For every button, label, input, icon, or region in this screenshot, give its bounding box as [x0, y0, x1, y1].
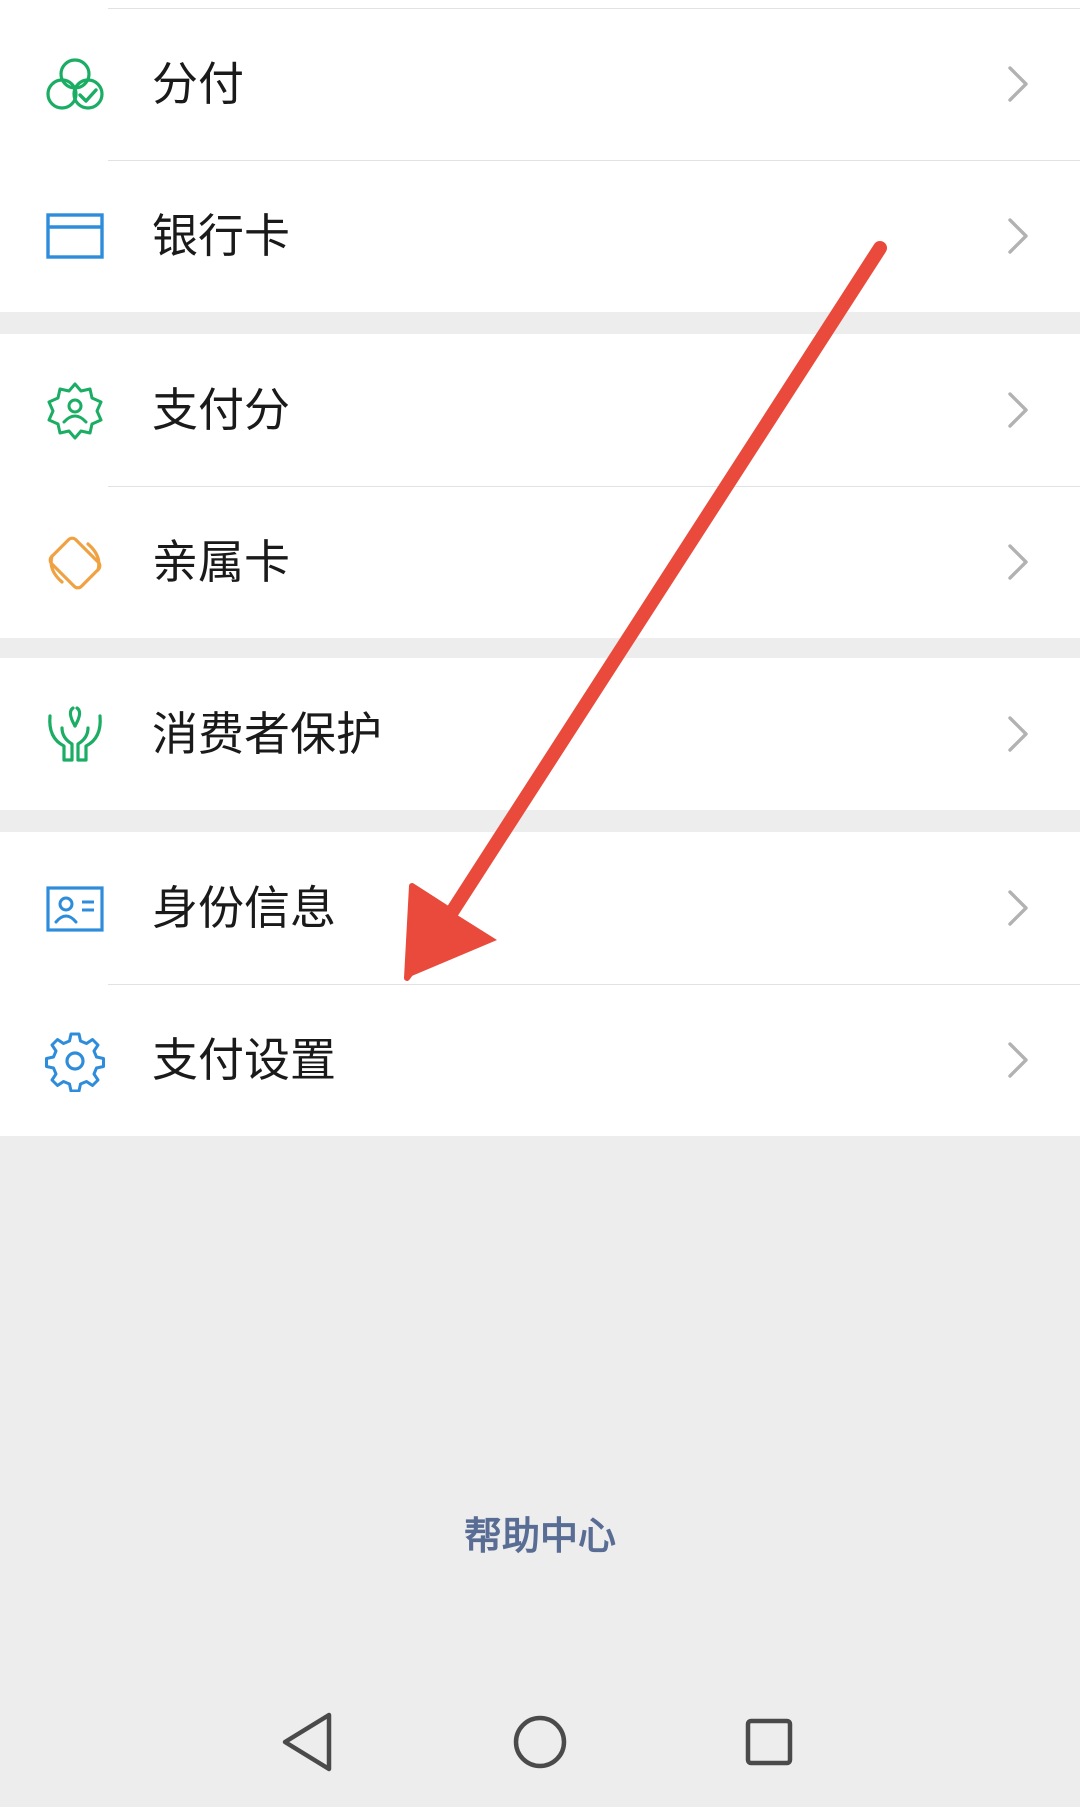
menu-item-identity-info[interactable]: 身份信息	[0, 832, 1080, 984]
menu-item-label: 支付分	[152, 383, 290, 437]
chevron-right-icon	[1006, 714, 1032, 754]
chevron-right-icon	[1006, 888, 1032, 928]
wallet-menu-page: 分付 银行卡 支付分 亲属卡 消费者保护 身份信息 支付设置 帮助中心	[0, 0, 1080, 1807]
chevron-right-icon	[1006, 64, 1032, 104]
menu-group-3: 消费者保护	[0, 658, 1080, 810]
system-navigation-bar	[0, 1677, 1080, 1807]
help-center-link[interactable]: 帮助中心	[464, 1514, 616, 1558]
menu-item-consumer-protection[interactable]: 消费者保护	[0, 658, 1080, 810]
menu-item-label: 支付设置	[152, 1033, 336, 1087]
pay-score-badge-icon	[44, 380, 106, 442]
menu-group-1: 分付 银行卡	[0, 0, 1080, 312]
help-center-container: 帮助中心	[0, 1505, 1080, 1560]
menu-item-label: 亲属卡	[152, 535, 290, 589]
gear-icon	[44, 1030, 106, 1092]
menu-item-label: 银行卡	[152, 209, 290, 263]
menu-group-2: 支付分 亲属卡	[0, 334, 1080, 638]
menu-group-4: 身份信息 支付设置	[0, 832, 1080, 1136]
home-circle-icon[interactable]	[505, 1707, 575, 1777]
chevron-right-icon	[1006, 1040, 1032, 1080]
fenfu-circles-icon	[44, 54, 106, 116]
menu-item-pay-score[interactable]: 支付分	[0, 334, 1080, 486]
hands-protect-icon	[44, 704, 106, 766]
menu-item-payment-settings[interactable]: 支付设置	[0, 984, 1080, 1136]
id-card-icon	[44, 878, 106, 940]
menu-item-fenfu[interactable]: 分付	[0, 8, 1080, 160]
bank-card-icon	[44, 206, 106, 268]
menu-item-label: 消费者保护	[152, 707, 382, 761]
chevron-right-icon	[1006, 390, 1032, 430]
menu-item-label: 身份信息	[152, 881, 336, 935]
recents-square-icon[interactable]	[734, 1707, 804, 1777]
back-triangle-icon[interactable]	[273, 1707, 343, 1777]
chevron-right-icon	[1006, 216, 1032, 256]
chevron-right-icon	[1006, 542, 1032, 582]
menu-item-bank-card[interactable]: 银行卡	[0, 160, 1080, 312]
menu-item-family-card[interactable]: 亲属卡	[0, 486, 1080, 638]
menu-item-label: 分付	[152, 57, 244, 111]
family-card-icon	[44, 532, 106, 594]
